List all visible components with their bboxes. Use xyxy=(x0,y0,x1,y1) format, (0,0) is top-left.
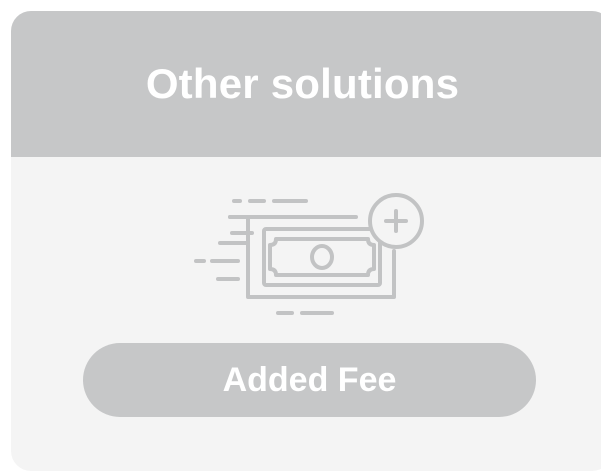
money-plus-icon xyxy=(194,193,424,315)
other-solutions-card: Other solutions Added Fee xyxy=(11,11,601,471)
added-fee-button[interactable]: Added Fee xyxy=(83,343,536,417)
card-title: Other solutions xyxy=(145,60,460,107)
card-header: Other solutions xyxy=(11,11,601,157)
